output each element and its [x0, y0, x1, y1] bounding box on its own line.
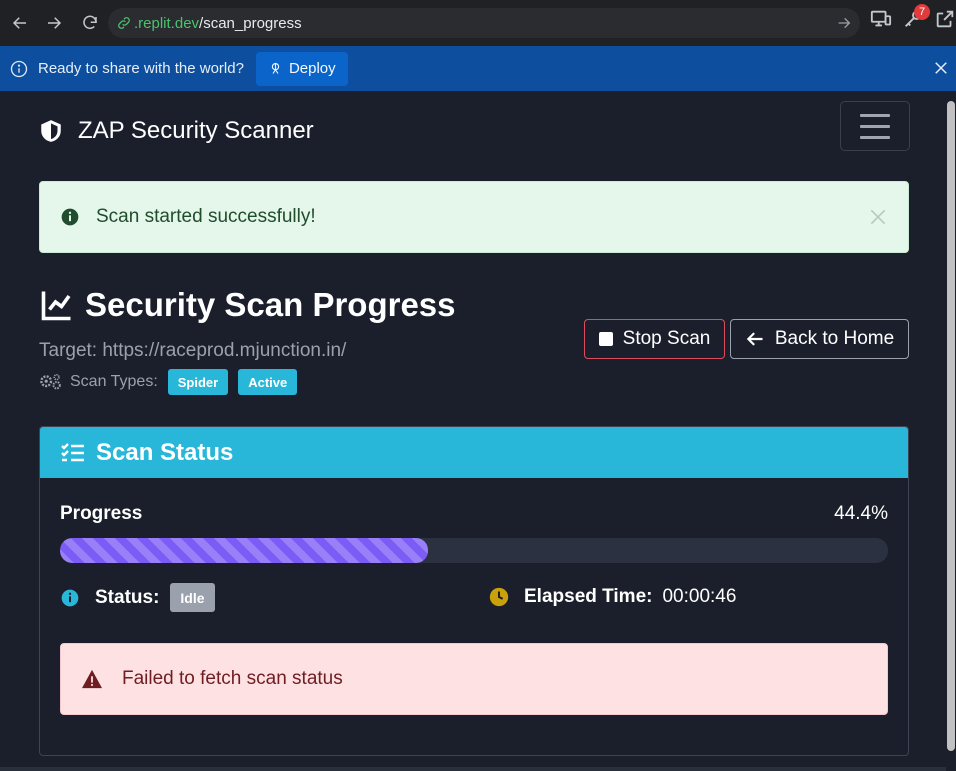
arrow-left-icon [746, 332, 763, 346]
info-icon [10, 60, 28, 77]
devices-icon[interactable] [870, 8, 892, 30]
progress-bar [60, 538, 888, 563]
scan-type-badge: Spider [167, 369, 229, 395]
scan-types-label: Scan Types: [70, 373, 158, 390]
notification-count-badge: 7 [914, 4, 930, 20]
scan-status-card: Scan Status Progress 44.4% Status: Idle … [39, 426, 909, 756]
extension-key-icon[interactable]: 7 [902, 4, 930, 30]
hamburger-line [860, 135, 890, 139]
status-row: Status: Idle [60, 583, 215, 612]
back-icon[interactable] [4, 7, 36, 39]
link-icon [118, 17, 130, 29]
deploy-icon [271, 62, 280, 74]
scrollbar-thumb[interactable] [947, 101, 955, 751]
elapsed-time-row: Elapsed Time: 00:00:46 [488, 586, 736, 608]
go-arrow-icon[interactable] [836, 15, 852, 31]
hamburger-line [860, 113, 890, 117]
error-message: Failed to fetch scan status [122, 668, 343, 689]
progress-percentage: 44.4% [834, 503, 888, 524]
stop-icon [598, 332, 613, 346]
scan-type-badge: Active [238, 369, 298, 395]
error-alert: Failed to fetch scan status [60, 643, 888, 715]
browser-extensions: 7 [870, 4, 956, 30]
info-circle-icon [61, 589, 79, 606]
close-alert-icon[interactable] [868, 207, 888, 227]
elapsed-time-label: Elapsed Time: [524, 586, 653, 607]
progress-bar-fill [60, 538, 428, 563]
stop-scan-label: Stop Scan [622, 328, 711, 349]
line-chart-icon [41, 291, 71, 321]
page-title: Security Scan Progress [85, 286, 456, 323]
scan-target: Target: https://raceprod.mjunction.in/ [39, 340, 347, 361]
scan-types: Scan Types: Spider Active [39, 369, 298, 395]
address-bar[interactable]: .replit.dev/scan_progress [108, 8, 860, 38]
forward-icon[interactable] [38, 7, 70, 39]
brand-title[interactable]: ZAP Security Scanner [78, 117, 314, 145]
stop-scan-button[interactable]: Stop Scan [584, 319, 725, 359]
navbar: ZAP Security Scanner [38, 101, 910, 161]
progress-label: Progress [60, 503, 143, 524]
deploy-button[interactable]: Deploy [255, 51, 348, 86]
page-bottom-edge [0, 767, 946, 771]
success-message: Scan started successfully! [96, 206, 316, 227]
gears-icon [40, 374, 61, 390]
url-path: /scan_progress [199, 14, 302, 32]
card-header: Scan Status [40, 427, 908, 478]
status-label: Status: [95, 586, 160, 608]
open-external-icon[interactable] [934, 8, 956, 30]
scrollbar[interactable] [946, 91, 956, 771]
success-alert: Scan started successfully! [39, 181, 909, 253]
page-heading: Security Scan Progress [39, 286, 456, 324]
reload-icon[interactable] [74, 7, 106, 39]
shield-icon [41, 120, 61, 142]
app-viewport: ZAP Security Scanner Scan started succes… [0, 91, 956, 771]
status-badge: Idle [170, 583, 215, 612]
browser-toolbar: .replit.dev/scan_progress 7 [0, 0, 956, 46]
info-circle-icon [61, 208, 79, 226]
elapsed-time-value: 00:00:46 [662, 586, 737, 607]
back-to-home-button[interactable]: Back to Home [730, 319, 909, 359]
deploy-banner: Ready to share with the world? Deploy [0, 46, 956, 91]
hamburger-line [860, 124, 890, 128]
progress-header: Progress 44.4% [60, 503, 888, 525]
close-banner-icon[interactable] [932, 59, 950, 77]
task-list-icon [61, 442, 84, 461]
clock-icon [489, 587, 509, 607]
deploy-button-label: Deploy [288, 60, 336, 77]
deploy-banner-text: Ready to share with the world? [38, 60, 244, 77]
url-domain: .replit.dev [134, 14, 200, 32]
menu-toggle-button[interactable] [840, 101, 910, 151]
back-to-home-label: Back to Home [774, 328, 895, 349]
warning-triangle-icon [82, 669, 102, 689]
card-title: Scan Status [96, 438, 234, 466]
